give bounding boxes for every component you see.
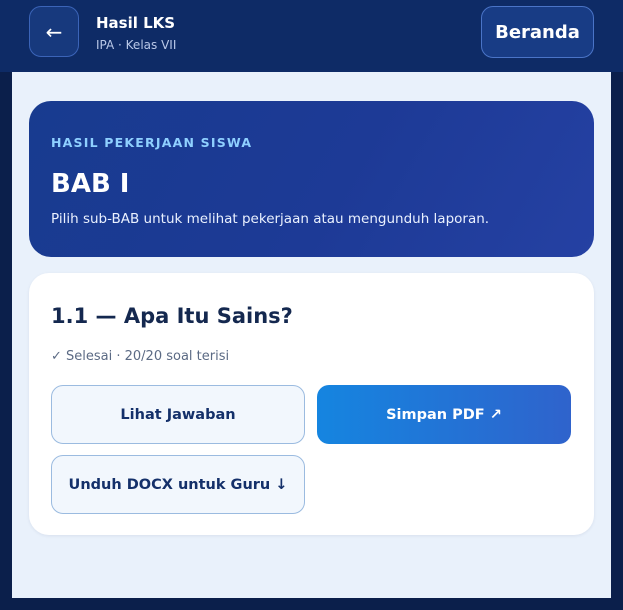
hero-title: BAB I bbox=[51, 169, 130, 199]
hero-eyebrow: HASIL PEKERJAAN SISWA bbox=[51, 135, 253, 150]
top-bar: ← Hasil LKS IPA · Kelas VII Beranda bbox=[0, 0, 623, 72]
arrow-left-icon: ← bbox=[45, 19, 63, 44]
save-pdf-button[interactable]: Simpan PDF ↗ bbox=[317, 385, 571, 444]
home-button[interactable]: Beranda bbox=[481, 6, 594, 58]
hero-description: Pilih sub-BAB untuk melihat pekerjaan at… bbox=[51, 211, 490, 227]
back-button[interactable]: ← bbox=[29, 6, 79, 57]
subchapter-card: 1.1 — Apa Itu Sains? ✓ Selesai · 20/20 s… bbox=[29, 273, 594, 535]
page-title: Hasil LKS bbox=[96, 14, 176, 32]
header-title-block: Hasil LKS IPA · Kelas VII bbox=[96, 13, 176, 53]
download-docx-button[interactable]: Unduh DOCX untuk Guru ↓ bbox=[51, 455, 305, 514]
page-subtitle: IPA · Kelas VII bbox=[96, 38, 177, 52]
subchapter-title: 1.1 — Apa Itu Sains? bbox=[51, 304, 293, 328]
main-content: HASIL PEKERJAAN SISWA BAB I Pilih sub-BA… bbox=[12, 72, 611, 598]
hero-banner: HASIL PEKERJAAN SISWA BAB I Pilih sub-BA… bbox=[29, 101, 594, 257]
status-text: ✓ Selesai · 20/20 soal terisi bbox=[51, 349, 230, 364]
view-answers-button[interactable]: Lihat Jawaban bbox=[51, 385, 305, 444]
